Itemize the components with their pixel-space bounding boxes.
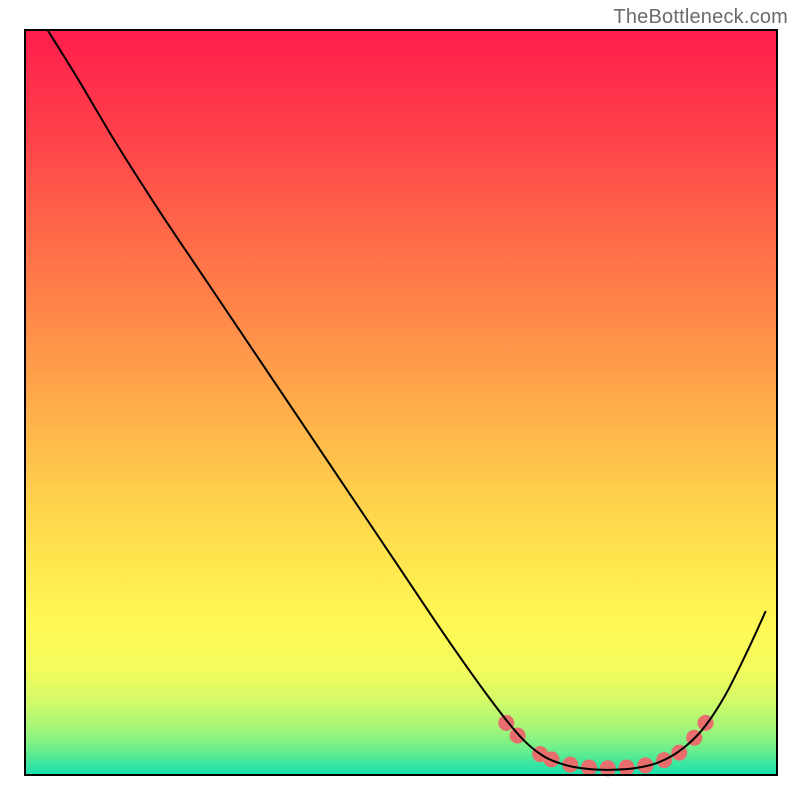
curve-marker <box>600 760 616 776</box>
curve-marker <box>510 728 526 744</box>
chart-container: TheBottleneck.com <box>0 0 800 800</box>
plot-background <box>25 30 777 775</box>
watermark-text: TheBottleneck.com <box>613 6 788 29</box>
bottleneck-curve-chart <box>0 0 800 800</box>
